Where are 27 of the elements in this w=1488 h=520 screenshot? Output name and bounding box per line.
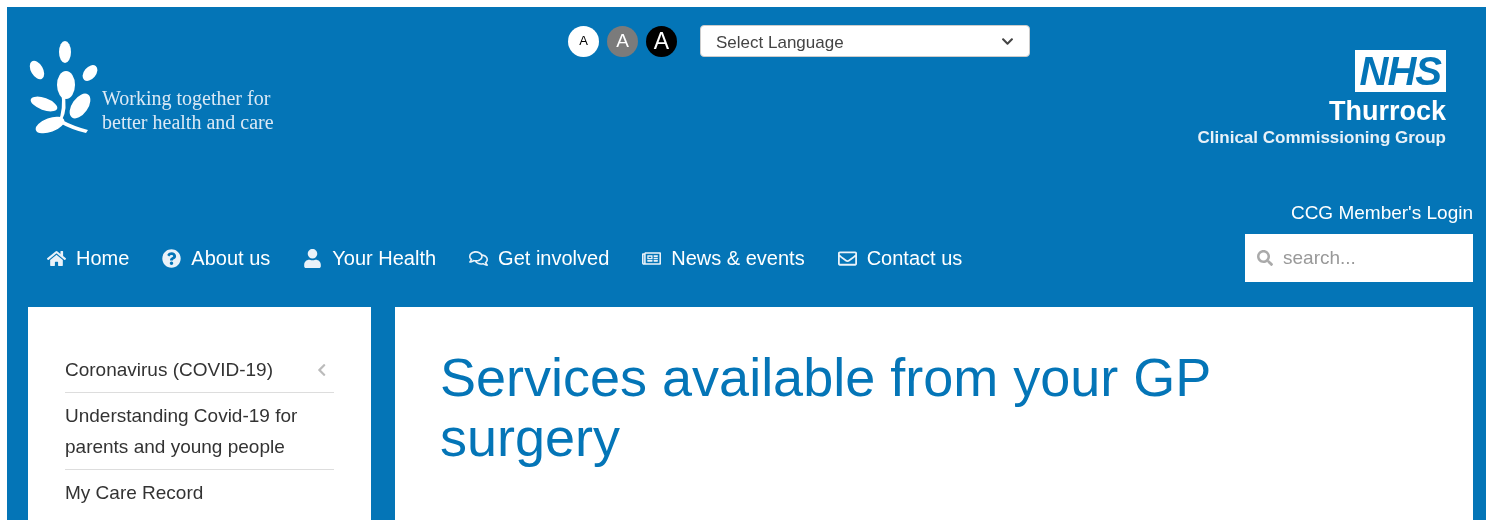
login-link[interactable]: CCG Member's Login	[1290, 199, 1473, 228]
nav-link[interactable]: About us	[162, 243, 271, 273]
envelope-icon	[837, 248, 857, 268]
sidebar-item[interactable]: Understanding Covid-19 for parents and young people	[65, 400, 325, 462]
speech-bubbles-icon	[469, 248, 489, 268]
text-size-button[interactable]: A	[646, 25, 677, 57]
user-icon	[303, 248, 323, 268]
search-field[interactable]: search...	[1245, 234, 1473, 282]
nav-link[interactable]: Get involved	[469, 243, 610, 273]
org-subtitle: Clinical Commissioning Group	[1197, 127, 1446, 149]
search-icon	[1257, 250, 1273, 266]
tagline: Working together for better health and care	[102, 86, 275, 134]
leaves-logo-icon	[28, 40, 98, 136]
home-icon	[47, 248, 66, 268]
sidebar-item[interactable]: Coronavirus (COVID-19)	[65, 354, 315, 385]
language-select[interactable]: Select Language	[700, 25, 1030, 57]
text-size-button[interactable]: A	[568, 25, 599, 57]
nav-link[interactable]: News & events	[642, 243, 805, 273]
nhs-logo: NHS	[1354, 50, 1446, 92]
nav-link[interactable]: Your Health	[303, 243, 437, 273]
nav-link[interactable]: Contact us	[837, 243, 963, 273]
text-size-button[interactable]: A	[607, 25, 638, 57]
sidebar-item[interactable]: My Care Record	[65, 477, 325, 508]
question-icon	[162, 248, 182, 268]
page-title: Services available from your GP surgery	[440, 347, 1212, 467]
org-name: Thurrock	[1328, 95, 1446, 127]
nav-link[interactable]: Home	[47, 243, 130, 273]
